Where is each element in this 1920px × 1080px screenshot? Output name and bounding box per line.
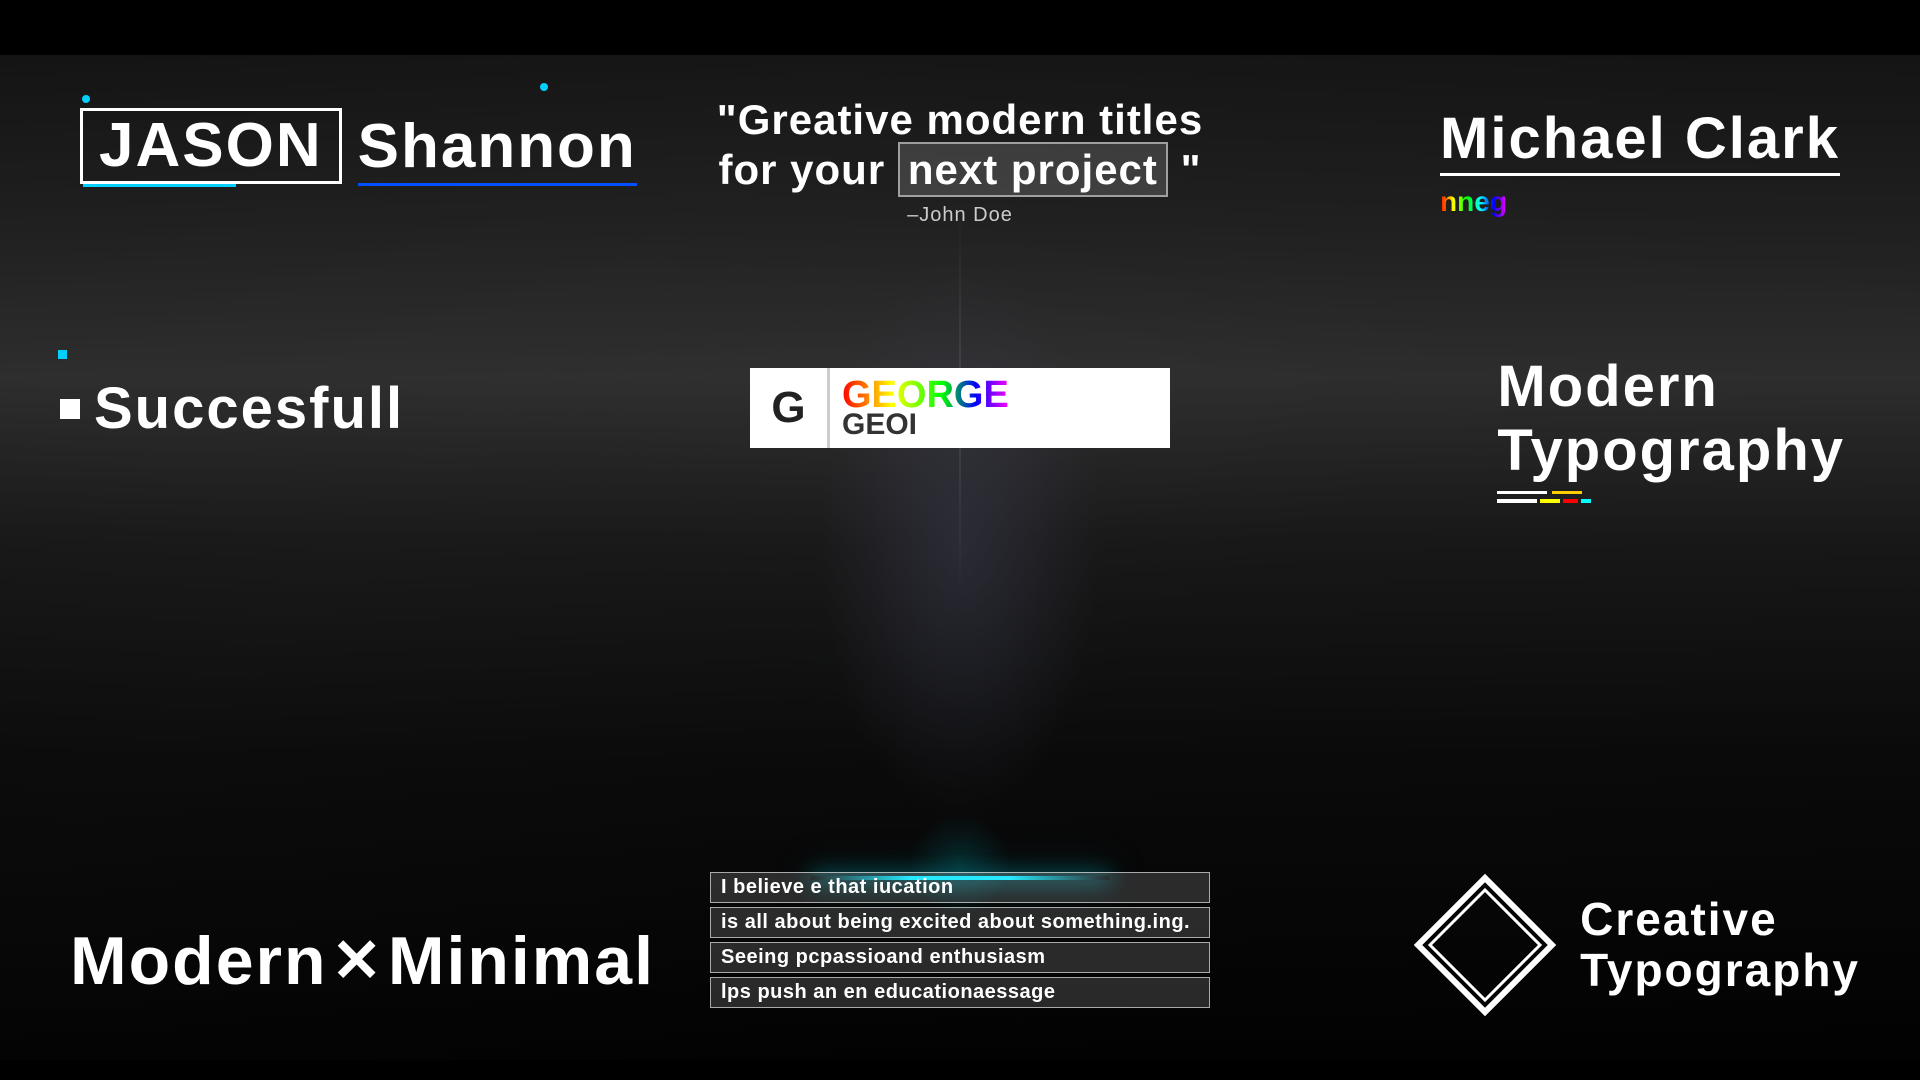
- shannon-label: Shannon: [358, 111, 637, 182]
- michael-clark-element: Michael Clark nneg: [1440, 105, 1840, 218]
- jason-shannon-element: Jason Shannon: [80, 108, 637, 184]
- george-name-area: GEORGE GEOI: [830, 376, 1009, 440]
- glitch-seg-cyan: [1581, 499, 1591, 503]
- quote-block-line1: I believe e that iucation: [710, 872, 1210, 903]
- glitch-seg-yellow: [1540, 499, 1560, 503]
- george-g-letter: G: [750, 368, 830, 448]
- top-left-dot: [82, 95, 90, 103]
- x-icon: ✕: [332, 926, 384, 996]
- quote-block-line3: Seeing pcpassioand enthusiasm: [710, 942, 1210, 973]
- letterbox-top: [0, 0, 1920, 55]
- michael-clark-name: Michael Clark: [1440, 105, 1840, 172]
- modern-typography-text: Modern Typography: [1497, 355, 1845, 483]
- creative-typography-text: Creative Typography: [1580, 894, 1860, 995]
- cyan-accent-dot: [58, 350, 67, 359]
- jason-box: Jason: [80, 108, 342, 184]
- typography-glitch-bar: [1497, 499, 1845, 503]
- creative-line2: Typography: [1580, 945, 1860, 996]
- michael-clark-sub-glitch: nneg: [1440, 186, 1507, 217]
- quote-attribution: –John Doe: [710, 204, 1210, 227]
- george-box-element: G GEORGE GEOI: [750, 368, 1170, 448]
- center-dot-top: [540, 83, 548, 91]
- typography-underline: [1497, 491, 1547, 494]
- successful-label: Succesfull: [94, 375, 404, 442]
- glitch-seg-white: [1497, 499, 1537, 503]
- successful-element: Succesfull: [60, 375, 404, 442]
- modern-typography-line2: Typography: [1497, 418, 1845, 483]
- quote-line2-end: ": [1181, 146, 1202, 193]
- michael-clark-name-text: Michael Clark: [1440, 106, 1840, 171]
- quote-line2-start: for your: [719, 146, 886, 193]
- quote-block-element: I believe e that iucation is all about b…: [710, 872, 1210, 1012]
- creative-typography-element: Creative Typography: [1410, 870, 1860, 1020]
- glitch-seg-red: [1563, 499, 1578, 503]
- modern-minimal-element: Modern ✕ Minimal: [70, 922, 655, 1000]
- quote-main-text: "Greative modern titles for your next pr…: [710, 95, 1210, 196]
- quote-center-element: "Greative modern titles for your next pr…: [710, 95, 1210, 227]
- quote-block-line4: lps push an en educationaessage: [710, 977, 1210, 1008]
- minimal-part2: Minimal: [388, 922, 655, 1000]
- quote-line1: "Greative modern titles: [717, 96, 1203, 143]
- quote-block-line2: is all about being excited about somethi…: [710, 907, 1210, 938]
- letterbox-bottom: [0, 1060, 1920, 1080]
- modern-typography-element: Modern Typography: [1497, 355, 1845, 503]
- modern-part1: Modern: [70, 922, 328, 1000]
- quote-highlight-text: next project: [898, 142, 1168, 197]
- creative-line1: Creative: [1580, 894, 1860, 945]
- modern-typography-line1: Modern: [1497, 354, 1718, 419]
- george-bottom-text: GEOI: [842, 410, 1009, 440]
- jason-label: Jason: [99, 111, 323, 180]
- success-bullet-icon: [60, 399, 80, 419]
- michael-clark-sub-area: nneg: [1440, 186, 1840, 218]
- diamond-icon: [1410, 870, 1560, 1020]
